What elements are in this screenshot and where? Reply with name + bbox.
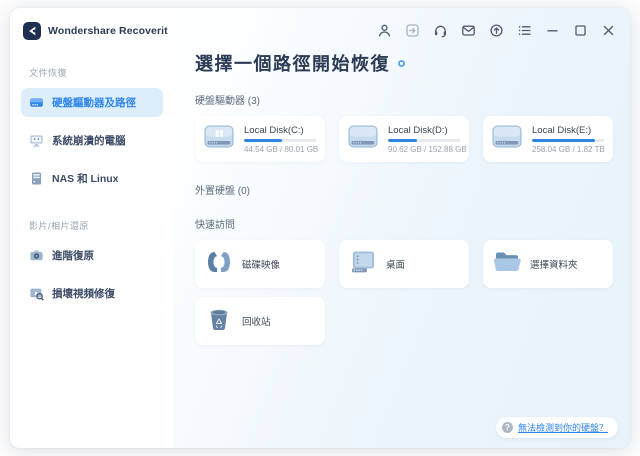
folder-icon: [492, 248, 522, 281]
maximize-icon[interactable]: [572, 22, 588, 38]
disk-name: Local Disk(C:): [244, 125, 316, 136]
disk-usage-bar: [244, 139, 316, 142]
app-window: Wondershare Recoverit 文件恢復 硬盤驅動器及路徑 系統崩潰…: [10, 8, 630, 448]
close-icon[interactable]: [600, 22, 616, 38]
quick-access-select-folder[interactable]: 選擇資料夾: [483, 240, 613, 288]
quick-access-disk-image[interactable]: 磁碟映像: [195, 240, 325, 288]
quick-access-label-text: 桌面: [386, 257, 405, 271]
disk-name: Local Disk(D:): [388, 125, 460, 136]
app-title: Wondershare Recoverit: [48, 25, 168, 37]
account-icon[interactable]: [376, 22, 392, 38]
minimize-icon[interactable]: [544, 22, 560, 38]
quick-access-recycle-bin[interactable]: 回收站: [195, 297, 325, 345]
hard-drives-label: 硬盤驅動器 (3): [195, 92, 614, 107]
hard-drive-e-icon: [492, 125, 524, 154]
recycle-bin-icon: [204, 305, 234, 338]
title-row: 選擇一個路徑開始恢復: [195, 50, 614, 76]
disk-usage-text: 90.62 GB / 152.88 GB: [388, 145, 460, 154]
nas-icon: [29, 171, 44, 186]
sidebar: Wondershare Recoverit 文件恢復 硬盤驅動器及路徑 系統崩潰…: [10, 8, 173, 448]
signin-icon[interactable]: [404, 22, 420, 38]
cant-find-drive-link[interactable]: 無法檢測到你的硬盤？: [518, 421, 608, 434]
upgrade-icon[interactable]: [488, 22, 504, 38]
quick-access-row-2: 回收站: [195, 297, 614, 345]
sidebar-item-advanced-recovery[interactable]: 進階復原: [21, 241, 163, 270]
sidebar-item-hard-drives-and-paths[interactable]: 硬盤驅動器及路徑: [21, 88, 163, 117]
question-mark-icon: ?: [502, 422, 513, 433]
section-file-recovery: 文件恢復: [10, 66, 173, 79]
quick-access-label: 快速訪問: [195, 216, 614, 231]
sidebar-item-video-repair[interactable]: 損壞視頻修復: [21, 279, 163, 308]
section-video-photo-restore: 影片/相片還原: [10, 219, 173, 232]
sidebar-item-crashed-computer[interactable]: 系統崩潰的電腦: [21, 126, 163, 155]
main-panel: 選擇一個路徑開始恢復 硬盤驅動器 (3) Local Disk(C:) 44.5…: [173, 8, 630, 448]
sidebar-item-label: 系統崩潰的電腦: [52, 133, 126, 148]
disk-card-e[interactable]: Local Disk(E:) 258.04 GB / 1.82 TB: [483, 116, 613, 162]
sidebar-item-nas-linux[interactable]: NAS 和 Linux: [21, 164, 163, 193]
desktop-icon: [348, 248, 378, 281]
quick-access-label-text: 回收站: [242, 314, 271, 328]
disk-card-d[interactable]: Local Disk(D:) 90.62 GB / 152.88 GB: [339, 116, 469, 162]
camera-icon: [29, 248, 44, 263]
help-link-pill[interactable]: ? 無法檢測到你的硬盤？: [496, 417, 618, 438]
support-headset-icon[interactable]: [432, 22, 448, 38]
topbar: [376, 22, 616, 38]
disk-name: Local Disk(E:): [532, 125, 604, 136]
sidebar-item-label: NAS 和 Linux: [52, 171, 119, 186]
quick-access-row-1: 磁碟映像 桌面 選擇資料夾: [195, 240, 614, 288]
sidebar-item-label: 損壞視頻修復: [52, 286, 115, 301]
feedback-mail-icon[interactable]: [460, 22, 476, 38]
disk-usage-text: 44.54 GB / 80.01 GB: [244, 145, 316, 154]
sidebar-item-label: 進階復原: [52, 248, 94, 263]
sidebar-item-label: 硬盤驅動器及路徑: [52, 95, 136, 110]
quick-access-desktop[interactable]: 桌面: [339, 240, 469, 288]
menu-list-icon[interactable]: [516, 22, 532, 38]
logo-row: Wondershare Recoverit: [10, 20, 173, 40]
disk-usage-bar: [532, 139, 604, 142]
crashed-computer-icon: [29, 133, 44, 148]
recoverit-logo-icon: [23, 22, 41, 40]
disk-card-c[interactable]: Local Disk(C:) 44.54 GB / 80.01 GB: [195, 116, 325, 162]
disk-usage-bar: [388, 139, 460, 142]
page-title: 選擇一個路徑開始恢復: [195, 50, 390, 76]
disk-cards-row: Local Disk(C:) 44.54 GB / 80.01 GB Local…: [195, 116, 614, 162]
external-drives-label: 外置硬盤 (0): [195, 182, 614, 197]
info-icon[interactable]: [398, 60, 405, 67]
video-repair-icon: [29, 286, 44, 301]
drive-icon: [29, 95, 44, 110]
disk-image-icon: [204, 248, 234, 281]
hard-drive-c-icon: [204, 125, 236, 154]
quick-access-label-text: 選擇資料夾: [530, 257, 578, 271]
quick-access-label-text: 磁碟映像: [242, 257, 280, 271]
disk-usage-text: 258.04 GB / 1.82 TB: [532, 145, 604, 154]
hard-drive-d-icon: [348, 125, 380, 154]
